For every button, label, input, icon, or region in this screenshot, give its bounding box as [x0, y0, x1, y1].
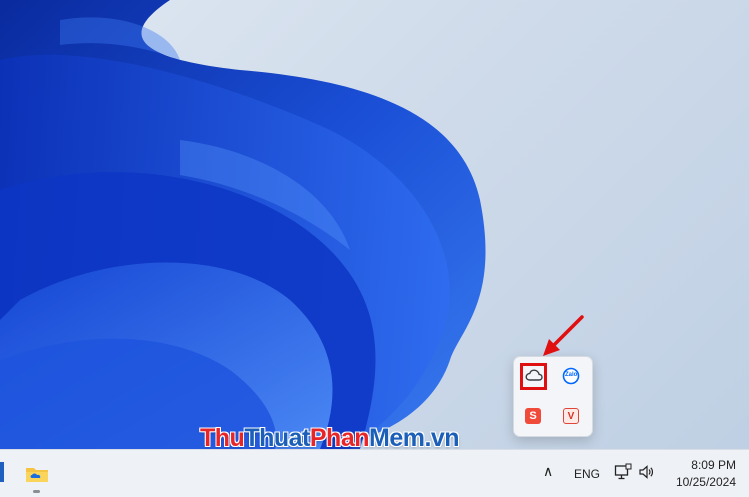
- network-button[interactable]: [614, 463, 632, 486]
- v-app-tray-button[interactable]: V: [558, 403, 584, 429]
- onedrive-tray-button[interactable]: [520, 363, 547, 390]
- s-app-label: S: [529, 410, 537, 422]
- v-app-icon: V: [563, 408, 579, 424]
- onedrive-cloud-icon: [524, 368, 543, 386]
- zalo-label: Zalo: [565, 372, 578, 378]
- volume-button[interactable]: [638, 464, 654, 485]
- watermark-part-3: Phan: [309, 424, 370, 449]
- s-app-tray-button[interactable]: S: [520, 403, 546, 429]
- watermark-part-2: Thuat: [244, 424, 310, 449]
- s-app-icon: S: [525, 408, 541, 424]
- desktop: ThuThuatPhanMem.vn Zalo S V: [0, 0, 749, 449]
- v-app-label: V: [567, 410, 575, 422]
- running-indicator: [33, 490, 40, 493]
- wallpaper-bloom: [0, 0, 486, 449]
- show-hidden-icons-button[interactable]: ∧: [543, 463, 561, 483]
- start-button-edge[interactable]: [0, 462, 4, 482]
- watermark-part-4: Mem.vn: [369, 424, 460, 449]
- zalo-icon: Zalo: [562, 367, 580, 385]
- network-monitor-icon: [614, 463, 632, 485]
- zalo-tray-button[interactable]: Zalo: [558, 363, 584, 389]
- chevron-up-icon: ∧: [543, 463, 554, 479]
- watermark-part-1: Thu: [200, 424, 245, 449]
- input-language-indicator[interactable]: ENG: [574, 467, 600, 481]
- file-explorer-taskbar-button[interactable]: [24, 460, 50, 486]
- clock-date: 10/25/2024: [675, 475, 736, 489]
- taskbar: ∧ ENG 8:09 PM 10/25/2024: [0, 449, 749, 497]
- clock-button[interactable]: 8:09 PM 10/25/2024: [672, 458, 736, 490]
- watermark-text: ThuThuatPhanMem.vn: [200, 424, 460, 449]
- speaker-icon: [638, 465, 654, 484]
- clock-time: 8:09 PM: [691, 458, 736, 472]
- file-explorer-icon: [24, 468, 50, 490]
- hidden-icons-flyout: Zalo S V: [513, 356, 593, 437]
